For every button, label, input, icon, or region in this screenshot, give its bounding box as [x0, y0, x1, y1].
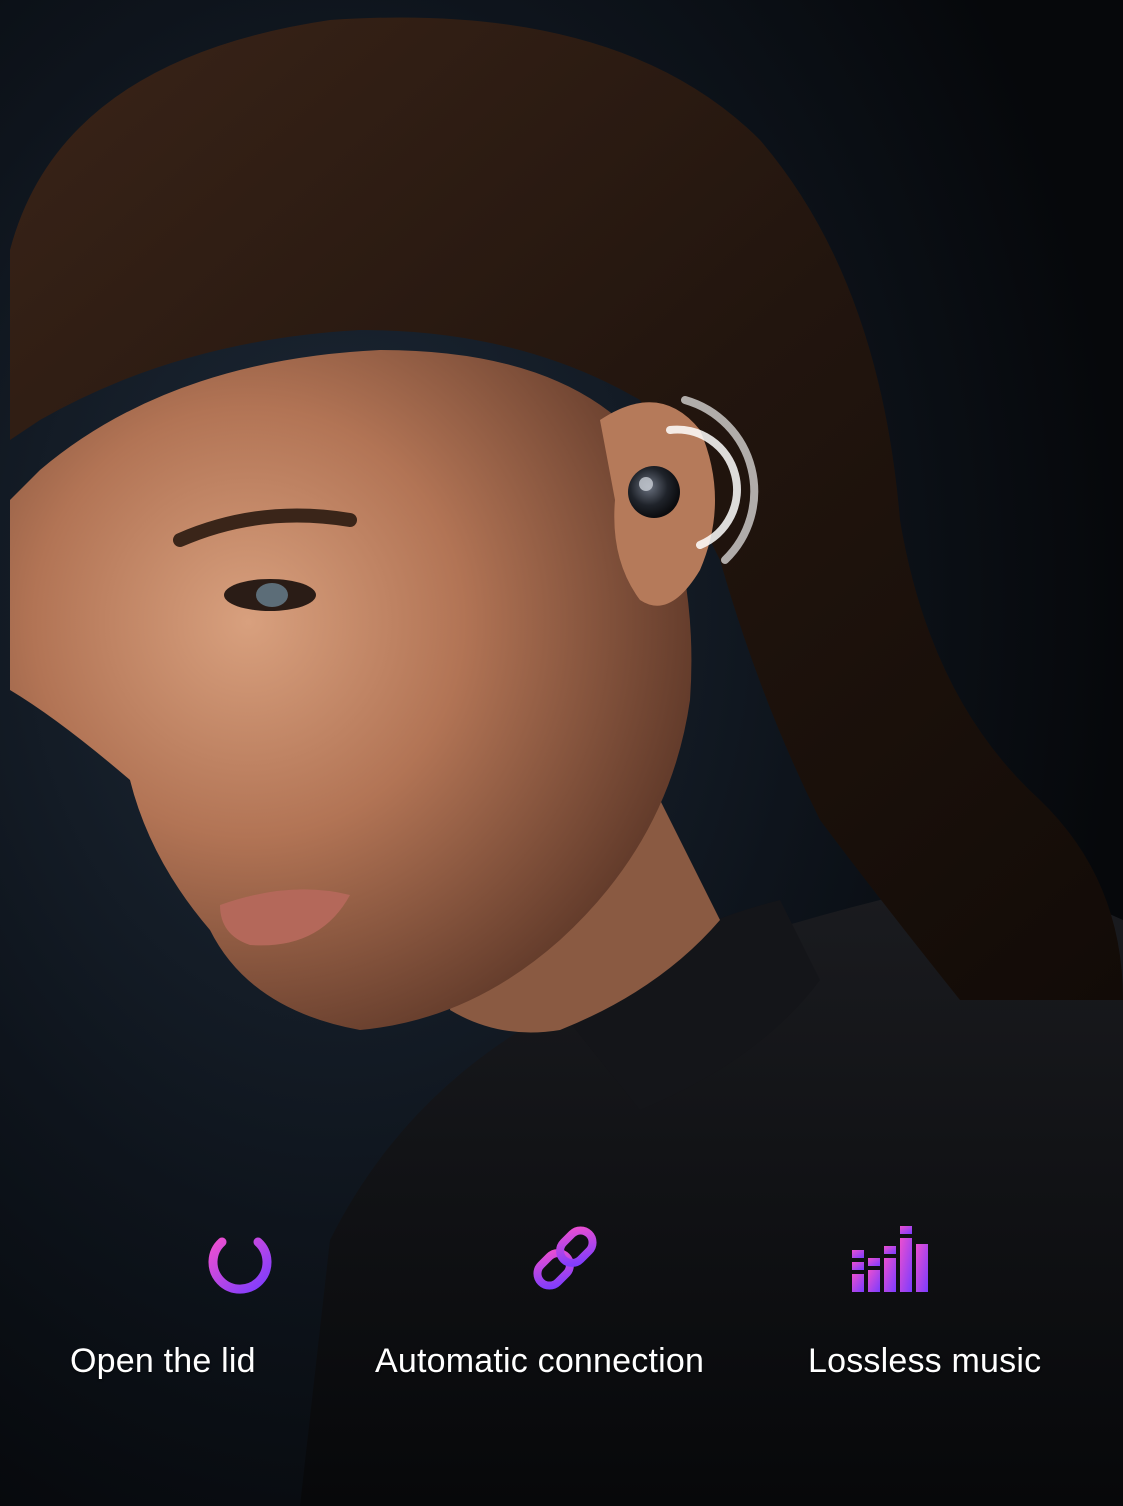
feature-label-lossless-music: Lossless music	[808, 1342, 1042, 1380]
earbud	[628, 466, 680, 518]
eye-iris	[256, 583, 288, 607]
product-image: Open the lid Automatic connection Lossle…	[0, 0, 1123, 1506]
feature-label-open-lid: Open the lid	[70, 1342, 256, 1380]
power-icon	[208, 1221, 272, 1294]
feature-label-auto-connection: Automatic connection	[375, 1342, 705, 1380]
equalizer-icon	[852, 1226, 928, 1292]
link-icon	[533, 1226, 597, 1290]
earbud-highlight	[639, 477, 653, 491]
